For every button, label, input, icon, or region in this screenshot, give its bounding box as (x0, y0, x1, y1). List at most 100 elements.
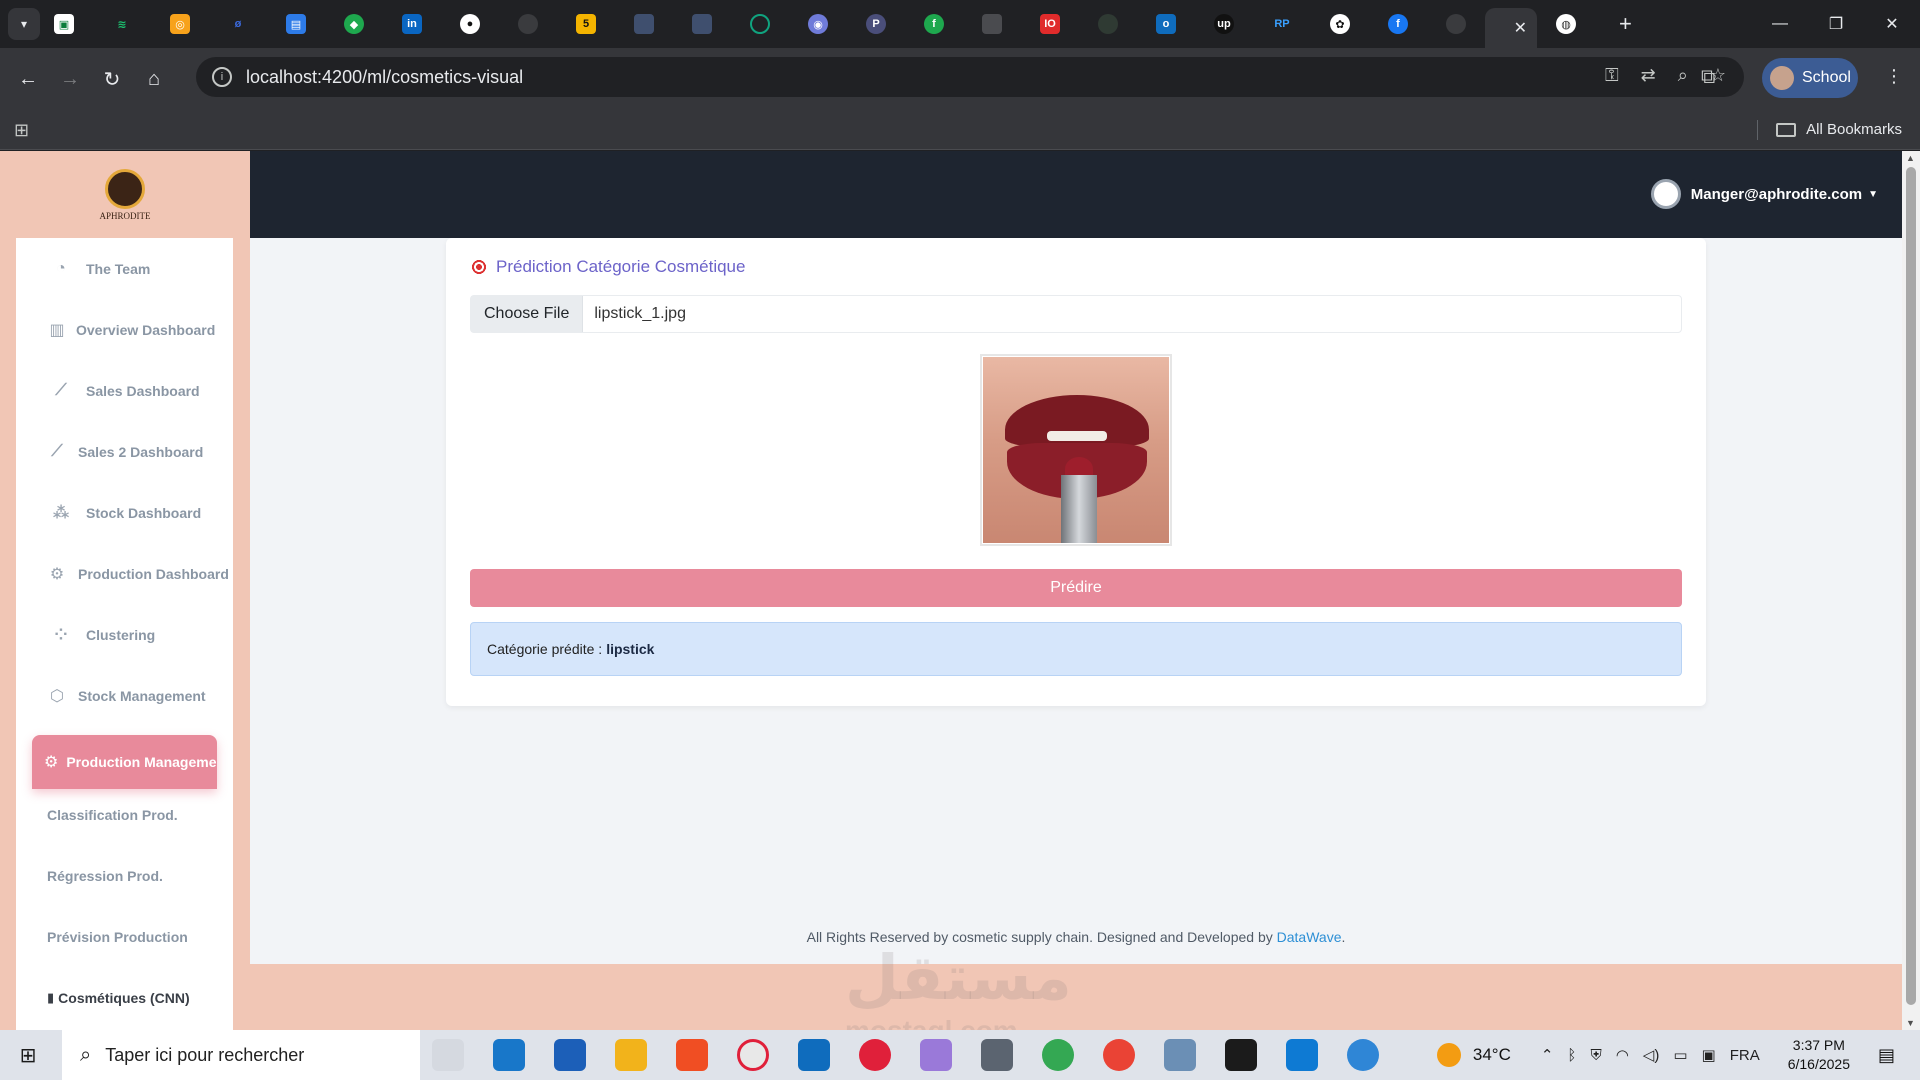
tab-favicon[interactable]: IO (1040, 14, 1060, 34)
tab-favicon[interactable]: ◍ (1556, 14, 1576, 34)
scrollbar-thumb[interactable] (1906, 167, 1916, 1005)
new-tab-button[interactable]: + (1619, 11, 1632, 37)
tab-favicon[interactable]: ≋ (112, 14, 132, 34)
task-view-icon[interactable] (432, 1039, 464, 1071)
reload-icon[interactable]: ↻ (92, 59, 132, 99)
address-bar[interactable]: i localhost:4200/ml/cosmetics-visual ⚿ ⇄… (196, 57, 1744, 97)
scroll-up-icon[interactable]: ▲ (1906, 153, 1915, 163)
tab-favicon[interactable]: ◎ (170, 14, 190, 34)
scrollbar[interactable]: ▲ ▼ (1902, 151, 1920, 1030)
sidebar-item-sales-2-dashboard[interactable]: ⟋ Sales 2 Dashboard (16, 427, 233, 477)
wifi-icon[interactable]: ◠ (1616, 1046, 1629, 1064)
tab-close-icon[interactable]: ✕ (1514, 18, 1527, 38)
forward-arrow-icon[interactable]: → (50, 59, 90, 99)
tab-favicon[interactable] (1098, 14, 1118, 34)
tab-favicon[interactable]: P (866, 14, 886, 34)
restore-icon[interactable]: ❐ (1808, 0, 1864, 48)
all-bookmarks-button[interactable]: All Bookmarks (1776, 121, 1902, 138)
opera-gx-icon[interactable] (737, 1039, 769, 1071)
tab-favicon[interactable]: o (1156, 14, 1176, 34)
scroll-down-icon[interactable]: ▼ (1906, 1018, 1915, 1028)
tab-favicon[interactable]: ▣ (54, 14, 74, 34)
tab-favicon[interactable] (982, 14, 1002, 34)
sidebar-item-the-team[interactable]: ◔ The Team (16, 244, 233, 294)
taskbar-search[interactable]: ⌕ Taper ici pour rechercher (62, 1030, 420, 1080)
tab-favicon[interactable]: ✿ (1330, 14, 1350, 34)
kebab-menu-icon[interactable]: ⋮ (1885, 66, 1903, 87)
bluetooth-icon[interactable]: ᛒ (1567, 1047, 1576, 1064)
translate-icon[interactable]: ⇄ (1641, 65, 1656, 86)
tab-favicon[interactable] (518, 14, 538, 34)
notifications-icon[interactable]: ▤ (1878, 1045, 1902, 1066)
choose-file-button[interactable]: Choose File (471, 296, 584, 332)
sidebar-subitem-regression[interactable]: Régression Prod. (16, 851, 233, 901)
outlook-icon[interactable] (798, 1039, 830, 1071)
tab-favicon[interactable]: ● (460, 14, 480, 34)
chrome-profile-icon[interactable] (1103, 1039, 1135, 1071)
app-logo[interactable]: APHRODITE (0, 151, 250, 238)
volume-icon[interactable]: ◁) (1643, 1046, 1660, 1064)
clock[interactable]: 3:37 PM 6/16/2025 (1788, 1036, 1850, 1074)
tab-favicon[interactable] (692, 14, 712, 34)
minimize-icon[interactable]: — (1752, 0, 1808, 48)
file-input[interactable]: Choose File lipstick_1.jpg (470, 295, 1682, 333)
tab-favicon[interactable]: f (1388, 14, 1408, 34)
tab-favicon[interactable]: up (1214, 14, 1234, 34)
weather-widget[interactable]: 34°C (1436, 1043, 1511, 1067)
predict-button[interactable]: Prédire (470, 569, 1682, 607)
terminal-icon[interactable] (1225, 1039, 1257, 1071)
site-info-icon[interactable]: i (212, 67, 232, 87)
sidebar-subitem-cosmetics-cnn[interactable]: ▮ Cosmétiques (CNN) (16, 973, 233, 1023)
url-text[interactable]: localhost:4200/ml/cosmetics-visual (246, 67, 523, 88)
tab-favicon[interactable]: f (924, 14, 944, 34)
windows-start-icon[interactable]: ⊞ (0, 1030, 56, 1080)
tab-favicon[interactable]: RP (1272, 14, 1292, 34)
sidebar-item-stock-management[interactable]: ⬡ Stock Management (16, 671, 233, 721)
tab-favicon[interactable]: ø (228, 14, 248, 34)
mail-icon[interactable] (493, 1039, 525, 1071)
apps-grid-icon[interactable]: ⊞ (14, 120, 29, 141)
tray-chevron-icon[interactable]: ⌃ (1541, 1046, 1554, 1064)
tab-favicon[interactable] (1446, 14, 1466, 34)
tab-favicon[interactable]: ◉ (808, 14, 828, 34)
tab-favicon[interactable]: in (402, 14, 422, 34)
sidebar-item-clustering[interactable]: ⁘ Clustering (16, 610, 233, 660)
battery-icon[interactable]: ▭ (1673, 1046, 1687, 1064)
security-icon[interactable]: ⛨ (1590, 1047, 1601, 1064)
store-icon[interactable] (554, 1039, 586, 1071)
back-arrow-icon[interactable]: ← (8, 59, 48, 99)
zoom-icon[interactable]: ⌕ (1678, 65, 1688, 86)
sidebar-item-stock-dashboard[interactable]: ⁂ Stock Dashboard (16, 488, 233, 538)
sidebar-item-production-dashboard[interactable]: ⚙ Production Dashboard (16, 549, 233, 599)
app-icon[interactable] (920, 1039, 952, 1071)
vscode-icon[interactable] (1286, 1039, 1318, 1071)
home-icon[interactable]: ⌂ (134, 59, 174, 99)
file-explorer-icon[interactable] (615, 1039, 647, 1071)
tab-favicon[interactable]: ◆ (344, 14, 364, 34)
camera-icon[interactable] (981, 1039, 1013, 1071)
chrome-icon[interactable] (1042, 1039, 1074, 1071)
tab-active[interactable]: ✕ (1485, 8, 1537, 48)
tab-favicon[interactable] (750, 14, 770, 34)
display-icon[interactable]: ▣ (1702, 1046, 1716, 1064)
printer-icon[interactable] (1164, 1039, 1196, 1071)
user-menu[interactable]: Manger@aphrodite.com ▼ (1650, 179, 1878, 209)
help-icon[interactable] (1347, 1039, 1379, 1071)
language-indicator[interactable]: FRA (1730, 1047, 1760, 1064)
extensions-icon[interactable]: ⧉ (1701, 66, 1715, 89)
close-window-icon[interactable]: ✕ (1864, 0, 1920, 48)
tab-search-button[interactable]: ▾ (8, 8, 40, 40)
sidebar-item-sales-dashboard[interactable]: ⟋ Sales Dashboard (16, 366, 233, 416)
tab-favicon[interactable] (634, 14, 654, 34)
sidebar-item-overview-dashboard[interactable]: ▥ Overview Dashboard (16, 305, 233, 355)
tab-favicon[interactable]: ▤ (286, 14, 306, 34)
tab-favicon[interactable]: 5 (576, 14, 596, 34)
profile-button[interactable]: School (1762, 58, 1858, 98)
sidebar-subitem-prevision[interactable]: Prévision Production (16, 912, 233, 962)
footer-link[interactable]: DataWave (1277, 929, 1342, 945)
sidebar-item-production-management[interactable]: ⚙ Production Management (32, 735, 217, 789)
git-icon[interactable] (676, 1039, 708, 1071)
sidebar-subitem-classification[interactable]: Classification Prod. (16, 790, 233, 840)
key-icon[interactable]: ⚿ (1605, 65, 1619, 86)
opera-icon[interactable] (859, 1039, 891, 1071)
